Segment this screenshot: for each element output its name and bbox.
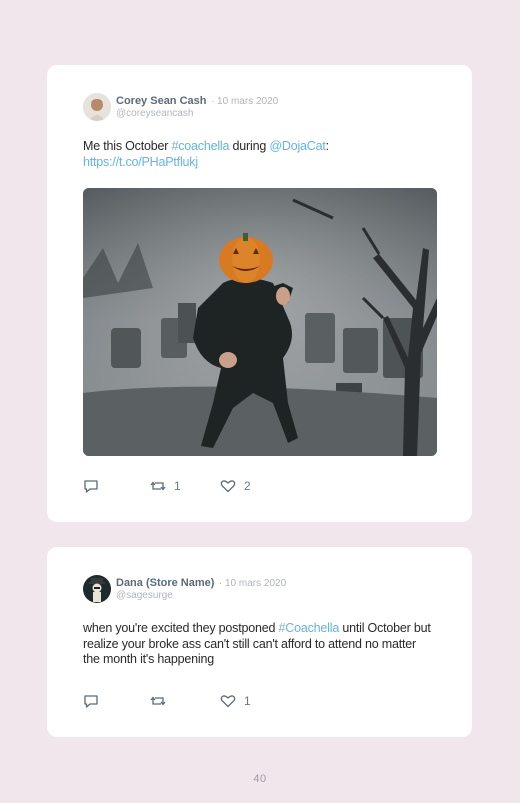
author-name[interactable]: Dana (Store Name) (116, 577, 214, 589)
tweet-date[interactable]: · 10 mars 2020 (211, 96, 278, 107)
retweet-count: 1 (174, 479, 181, 493)
reply-button[interactable] (83, 479, 150, 493)
heart-icon (220, 480, 236, 493)
avatar[interactable] (83, 575, 111, 603)
mention-link[interactable]: @DojaCat (269, 139, 325, 153)
page-number: 40 (253, 773, 267, 785)
tweet-date[interactable]: · 10 mars 2020 (219, 578, 286, 589)
retweet-button[interactable] (150, 694, 220, 708)
author-handle[interactable]: @sagesurge (116, 590, 286, 602)
reply-icon (84, 695, 98, 708)
heart-icon (220, 695, 236, 708)
tweet-text-segment: Me this October (83, 139, 172, 153)
tweet-actions: 1 2 (83, 479, 251, 493)
hashtag-link[interactable]: #coachella (172, 139, 230, 153)
hashtag-link[interactable]: #Coachella (279, 621, 340, 635)
author-handle[interactable]: @coreyseancash (116, 108, 278, 120)
tweet-text-segment: : (325, 139, 330, 153)
tweet-text: Me this October #coachella during @DojaC… (83, 139, 413, 170)
url-link[interactable]: https://t.co/PHaPtflukj (83, 155, 198, 169)
tweet-media[interactable] (83, 188, 437, 456)
tweet-card: Dana (Store Name) · 10 mars 2020 @sagesu… (47, 547, 472, 737)
like-button[interactable]: 1 (220, 694, 251, 708)
tweet-text: when you're excited they postponed #Coac… (83, 621, 433, 668)
retweet-icon (150, 696, 166, 706)
tweet-header: Dana (Store Name) · 10 mars 2020 @sagesu… (83, 575, 286, 603)
like-button[interactable]: 2 (220, 479, 251, 493)
tweet-text-segment: when you're excited they postponed (83, 621, 279, 635)
pumpkin-dance-image (83, 188, 437, 456)
tweet-text-segment: during (229, 139, 270, 153)
author-name[interactable]: Corey Sean Cash (116, 95, 206, 107)
retweet-button[interactable]: 1 (150, 479, 220, 493)
like-count: 1 (244, 694, 251, 708)
reply-icon (84, 480, 98, 493)
tweet-actions: 1 (83, 694, 251, 708)
avatar[interactable] (83, 93, 111, 121)
like-count: 2 (244, 479, 251, 493)
tweet-card: Corey Sean Cash · 10 mars 2020 @coreysea… (47, 65, 472, 522)
tweet-header: Corey Sean Cash · 10 mars 2020 @coreysea… (83, 93, 278, 121)
retweet-icon (150, 481, 166, 491)
reply-button[interactable] (83, 694, 150, 708)
